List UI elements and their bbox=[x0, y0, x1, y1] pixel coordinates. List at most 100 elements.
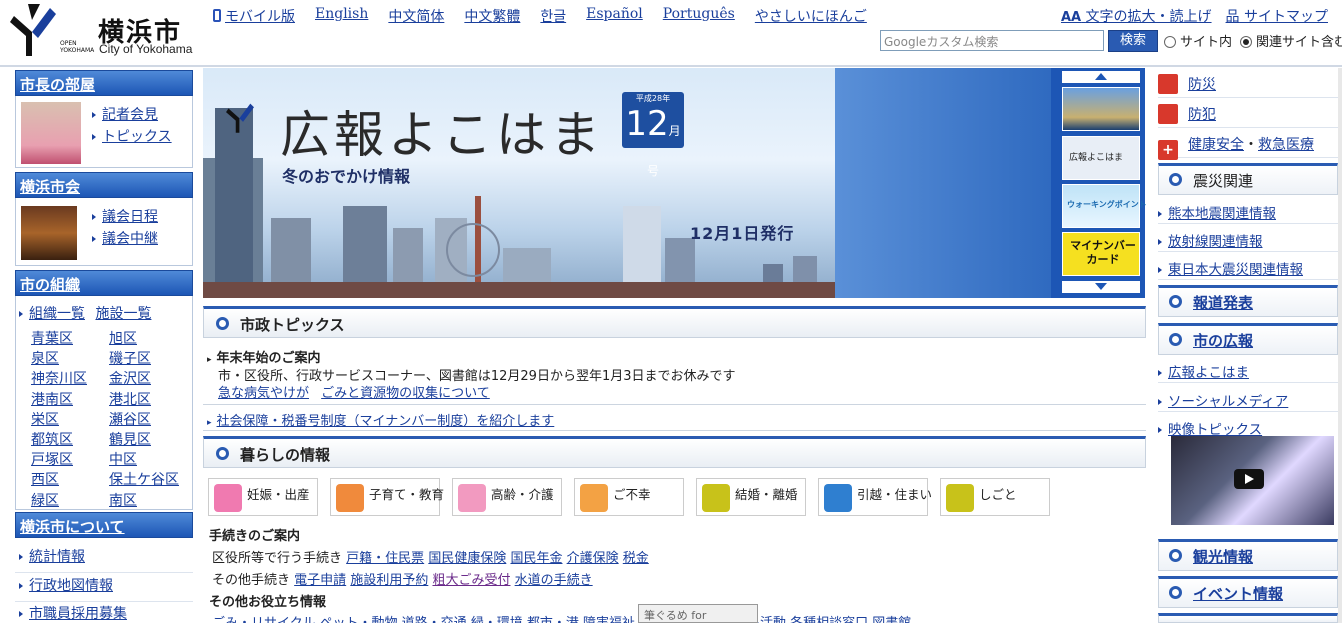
thumb-walking-point[interactable]: ウォーキングポイント bbox=[1062, 184, 1147, 228]
ward-link[interactable]: 瀬谷区 bbox=[109, 410, 179, 430]
ward-link[interactable]: 西区 bbox=[31, 470, 87, 490]
press-release-heading[interactable]: 報道発表 bbox=[1158, 285, 1338, 317]
lang-zh-hant[interactable]: 中文繁體 bbox=[464, 6, 520, 26]
cat-elderly[interactable]: 高齢・介護 bbox=[452, 478, 562, 516]
cat-pregnancy[interactable]: 妊娠・出産 bbox=[208, 478, 318, 516]
sitemap-link[interactable]: 品 サイトマップ bbox=[1226, 6, 1328, 26]
ward-link[interactable]: 泉区 bbox=[31, 349, 87, 369]
health-safety-link[interactable]: 健康安全 bbox=[1188, 137, 1244, 153]
garbage-collection-link[interactable]: ごみと資源物の収集について bbox=[321, 386, 490, 401]
disaster-prevention-label: 防災 bbox=[1188, 77, 1216, 93]
family-register-link[interactable]: 戸籍・住民票 bbox=[346, 551, 424, 566]
council-schedule-link[interactable]: 議会日程 bbox=[92, 206, 158, 226]
care-insurance-link[interactable]: 介護保険 bbox=[567, 551, 619, 566]
tohoku-quake-link[interactable]: 東日本大震災関連情報 bbox=[1158, 252, 1338, 280]
lang-korean[interactable]: 한글 bbox=[540, 6, 566, 26]
statistics-link[interactable]: 統計情報 bbox=[19, 549, 85, 565]
admin-map-link[interactable]: 行政地図情報 bbox=[19, 578, 113, 594]
ward-link[interactable]: 南区 bbox=[109, 491, 179, 511]
tourism-heading[interactable]: 観光情報 bbox=[1158, 539, 1338, 571]
council-heading[interactable]: 横浜市会 bbox=[15, 172, 193, 198]
ward-link[interactable]: 緑区 bbox=[31, 491, 87, 511]
ward-link[interactable]: 旭区 bbox=[109, 329, 179, 349]
banner-logo-icon bbox=[226, 103, 254, 133]
search-button[interactable]: 検索 bbox=[1108, 30, 1158, 52]
city-pr-heading[interactable]: 市の広報 bbox=[1158, 323, 1338, 355]
recruit-row: 市職員採用募集 bbox=[15, 597, 193, 623]
cat-childcare[interactable]: 子育て・教育 bbox=[330, 478, 444, 516]
section-bullet-icon bbox=[1169, 295, 1182, 308]
thumb-down-arrow-icon[interactable] bbox=[1062, 281, 1140, 293]
cat-moving[interactable]: 引越・住まい bbox=[818, 478, 932, 516]
council-broadcast-link[interactable]: 議会中継 bbox=[92, 228, 158, 248]
mayor-topics-link[interactable]: トピックス bbox=[92, 126, 172, 146]
ward-link[interactable]: 港北区 bbox=[109, 390, 179, 410]
text-size-link[interactable]: AA 文字の拡大・読上げ bbox=[1061, 6, 1212, 26]
health-separator: ・ bbox=[1244, 137, 1258, 153]
lang-spanish[interactable]: Español bbox=[586, 6, 643, 26]
ward-link[interactable]: 金沢区 bbox=[109, 369, 179, 389]
about-title: 横浜市について bbox=[20, 518, 125, 536]
health-insurance-link[interactable]: 国民健康保険 bbox=[428, 551, 506, 566]
play-icon[interactable] bbox=[1234, 469, 1264, 489]
ward-link[interactable]: 栄区 bbox=[31, 410, 87, 430]
topic-mynumber: ▸ 社会保障・税番号制度（マイナンバー制度）を紹介します bbox=[207, 410, 554, 429]
cat-marriage[interactable]: 結婚・離婚 bbox=[696, 478, 806, 516]
thumb-koho[interactable]: 広報よこはま bbox=[1062, 136, 1140, 180]
lang-easy-japanese[interactable]: やさしいにほんご bbox=[755, 6, 867, 26]
search-input[interactable]: Googleカスタム検索 bbox=[880, 30, 1104, 51]
water-procedures-link[interactable]: 水道の手続き bbox=[515, 573, 593, 588]
facility-list-link[interactable]: 施設一覧 bbox=[95, 306, 151, 322]
staff-recruit-link[interactable]: 市職員採用募集 bbox=[19, 606, 127, 622]
ward-link[interactable]: 都筑区 bbox=[31, 430, 87, 450]
ward-link[interactable]: 鶴見区 bbox=[109, 430, 179, 450]
life-title: 暮らしの情報 bbox=[240, 446, 331, 464]
tax-link[interactable]: 税金 bbox=[623, 551, 649, 566]
ward-link[interactable]: 中区 bbox=[109, 450, 179, 470]
emergency-medical-link[interactable]: 救急医療 bbox=[1258, 137, 1314, 153]
event-heading[interactable]: イベント情報 bbox=[1158, 576, 1338, 608]
city-logo[interactable] bbox=[10, 2, 56, 58]
ward-link[interactable]: 港南区 bbox=[31, 390, 87, 410]
cat-work[interactable]: しごと bbox=[940, 478, 1050, 516]
elderly-care-icon bbox=[458, 484, 486, 512]
radiation-link[interactable]: 放射線関連情報 bbox=[1158, 224, 1338, 252]
ward-link[interactable]: 保土ケ谷区 bbox=[109, 470, 179, 490]
cat-bereavement[interactable]: ご不幸 bbox=[574, 478, 684, 516]
disaster-prevention-item[interactable]: 防災 bbox=[1158, 70, 1338, 98]
lang-english[interactable]: English bbox=[315, 6, 368, 26]
other-info-links[interactable]: ごみ・リサイクル ペット・動物 道路・交通 緑・環境 都市・港 障害福祉 文化・… bbox=[212, 612, 911, 623]
scope-site-radio[interactable]: サイト内 bbox=[1164, 31, 1232, 50]
tohoku-quake-label: 東日本大震災関連情報 bbox=[1168, 262, 1303, 278]
lang-zh-hans[interactable]: 中文简体 bbox=[388, 6, 444, 26]
scope-related-radio[interactable]: 関連サイト含む bbox=[1240, 31, 1342, 50]
press-conference-link[interactable]: 記者会見 bbox=[92, 104, 158, 124]
pension-link[interactable]: 国民年金 bbox=[510, 551, 562, 566]
mayor-heading[interactable]: 市長の部屋 bbox=[15, 70, 193, 96]
thumb-port[interactable] bbox=[1062, 87, 1140, 131]
procedures-row-ward-label: 区役所等で行う手続き bbox=[212, 551, 343, 566]
banner-issue-year: 平成28年 bbox=[635, 94, 671, 103]
scrollbar[interactable] bbox=[1338, 68, 1342, 623]
social-media-link[interactable]: ソーシャルメディア bbox=[1158, 384, 1338, 412]
mobile-link[interactable]: モバイル版 bbox=[213, 6, 295, 26]
koho-yokohama-link[interactable]: 広報よこはま bbox=[1158, 355, 1338, 383]
e-application-link[interactable]: 電子申請 bbox=[294, 573, 346, 588]
emergency-link[interactable]: 急な病気やけが bbox=[218, 386, 309, 401]
kumamoto-link[interactable]: 熊本地震関連情報 bbox=[1158, 196, 1338, 224]
ward-link[interactable]: 戸塚区 bbox=[31, 450, 87, 470]
thumb-up-arrow-icon[interactable] bbox=[1062, 71, 1140, 83]
thumb-mynumber-card[interactable]: マイナンバーカード bbox=[1062, 232, 1140, 276]
lang-portuguese[interactable]: Português bbox=[663, 6, 735, 26]
crime-prevention-item[interactable]: 防犯 bbox=[1158, 100, 1338, 128]
bulky-waste-link[interactable]: 粗大ごみ受付 bbox=[432, 573, 510, 588]
section-bullet-icon bbox=[1169, 586, 1182, 599]
org-heading[interactable]: 市の組織 bbox=[15, 270, 193, 296]
ward-link[interactable]: 磯子区 bbox=[109, 349, 179, 369]
ward-link[interactable]: 青葉区 bbox=[31, 329, 87, 349]
about-heading[interactable]: 横浜市について bbox=[15, 512, 193, 538]
org-list-link[interactable]: 組織一覧 bbox=[19, 306, 85, 322]
facility-booking-link[interactable]: 施設利用予約 bbox=[350, 573, 428, 588]
mynumber-link[interactable]: 社会保障・税番号制度（マイナンバー制度）を紹介します bbox=[217, 414, 555, 429]
ward-link[interactable]: 神奈川区 bbox=[31, 369, 87, 389]
